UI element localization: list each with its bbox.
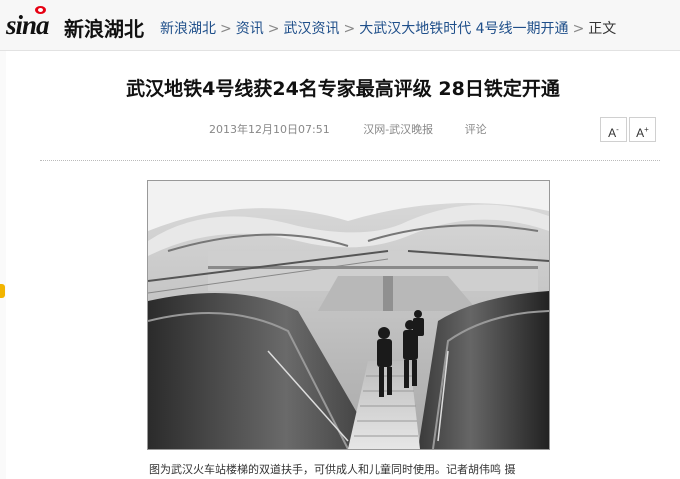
font-decrease-label: A [608, 126, 617, 140]
photo-caption: 图为武汉火车站楼梯的双道扶手，可供成人和儿童同时使用。记者胡伟鸣 摄 [149, 463, 516, 476]
article-container: 武汉地铁4号线获24名专家最高评级 28日铁定开通 2013年12月10日07:… [6, 51, 680, 479]
sina-eye-icon [35, 6, 46, 14]
breadcrumb-separator: > [267, 21, 280, 37]
breadcrumb-link-home[interactable]: 新浪湖北 [160, 18, 216, 38]
breadcrumb-link-topic[interactable]: 大武汉大地铁时代 4号线一期开通 [359, 18, 568, 38]
breadcrumb-separator: > [572, 21, 585, 37]
breadcrumb-link-wuhan-news[interactable]: 武汉资讯 [283, 18, 339, 38]
floating-badge-icon[interactable] [0, 284, 5, 298]
breadcrumb-current: 正文 [588, 21, 617, 37]
article-title: 武汉地铁4号线获24名专家最高评级 28日铁定开通 [126, 78, 560, 100]
breadcrumb-separator: > [343, 21, 356, 37]
article-datetime: 2013年12月10日07:51 [209, 123, 330, 136]
header-divider [40, 160, 660, 161]
font-decrease-sign: - [616, 125, 619, 134]
article-meta: 2013年12月10日07:51 汉网-武汉晚报 评论 [209, 121, 487, 137]
font-decrease-button[interactable]: A- [600, 117, 627, 142]
breadcrumb: 新浪湖北 > 资讯 > 武汉资讯 > 大武汉大地铁时代 4号线一期开通 > 正文 [160, 18, 616, 38]
escalator-photo-illustration [148, 181, 549, 449]
breadcrumb-separator: > [220, 21, 232, 37]
sina-wordmark: sina [6, 10, 50, 40]
article-photo[interactable] [147, 180, 550, 450]
comment-link[interactable]: 评论 [465, 123, 487, 136]
article-source-link[interactable]: 汉网-武汉晚报 [363, 123, 433, 136]
breadcrumb-link-news[interactable]: 资讯 [236, 18, 264, 38]
site-name: 新浪湖北 [64, 17, 144, 41]
site-header: sina 新浪湖北 新浪湖北 > 资讯 > 武汉资讯 > 大武汉大地铁时代 4号线一期开通 >… [0, 0, 680, 51]
font-increase-sign: + [644, 125, 649, 134]
font-increase-button[interactable]: A+ [629, 117, 656, 142]
font-increase-label: A [636, 126, 645, 140]
